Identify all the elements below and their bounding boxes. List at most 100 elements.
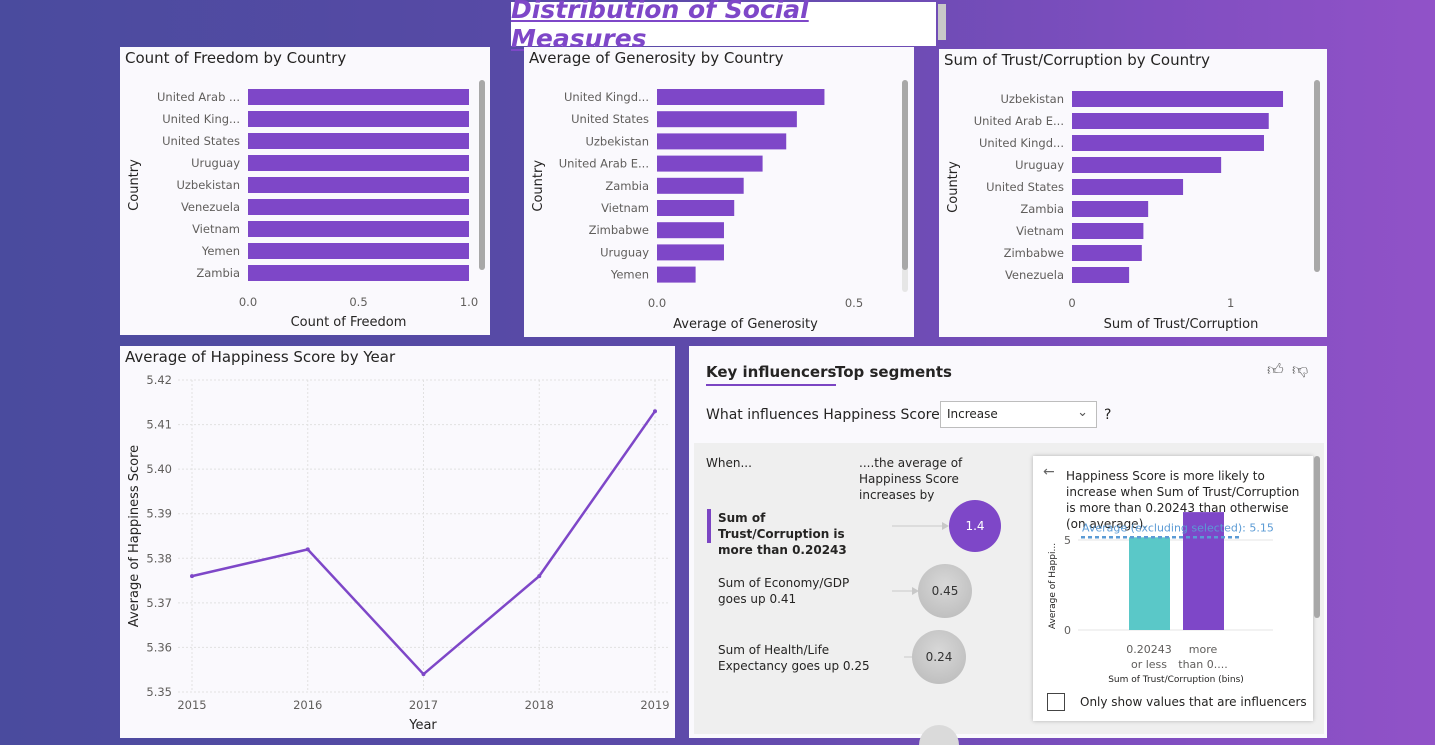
detail-column-chart[interactable]: 5 0 Average of Happi... 0.20243 or less more t… — [1033, 456, 1313, 686]
influencers-only-checkbox[interactable] — [1047, 693, 1065, 711]
bar[interactable] — [248, 199, 469, 215]
x-tick-label: 2016 — [293, 698, 322, 712]
selected-influencer-marker — [707, 509, 711, 543]
x-axis-label: Year — [408, 718, 437, 733]
bar[interactable] — [1072, 179, 1184, 195]
bar[interactable] — [657, 133, 787, 150]
freedom-scrollbar-thumb[interactable] — [479, 80, 485, 270]
bar[interactable] — [248, 111, 469, 127]
category-label: United King... — [162, 112, 240, 126]
bar[interactable] — [248, 243, 469, 259]
influencer-label-3[interactable]: Sum of Health/Life Expectancy goes up 0.… — [718, 642, 878, 674]
category-label: Zambia — [1020, 202, 1064, 216]
category-label: Vietnam — [601, 201, 649, 215]
bar[interactable] — [248, 89, 469, 105]
influencer-bubble-1[interactable]: 1.4 — [949, 500, 1001, 552]
category-label: Uzbekistan — [176, 178, 240, 192]
chevron-down-icon: ⌄ — [1077, 405, 1088, 420]
bar[interactable] — [1072, 135, 1264, 151]
data-point[interactable] — [421, 672, 426, 677]
x-tick-label: 0.0 — [239, 295, 257, 309]
y-axis-label: Average of Happiness Score — [127, 445, 142, 627]
influencer-label-1[interactable]: Sum of Trust/Corruption is more than 0.2… — [718, 510, 878, 558]
category-label: United Arab ... — [157, 90, 240, 104]
bin-label-line1: more — [1189, 643, 1218, 656]
detail-bar[interactable] — [1129, 537, 1170, 630]
influencer-label-2[interactable]: Sum of Economy/GDP goes up 0.41 — [718, 575, 878, 607]
happiness-chart-panel[interactable]: Average of Happiness Score by Year 5.35 5… — [120, 346, 675, 738]
data-point[interactable] — [537, 574, 542, 579]
bar[interactable] — [657, 200, 735, 216]
category-label: Venezuela — [181, 200, 240, 214]
category-label: Zambia — [196, 266, 240, 280]
direction-dropdown-value: Increase — [947, 407, 998, 421]
generosity-bar-chart[interactable]: United Kingd... United States Uzbekistan Un… — [524, 47, 914, 337]
y-tick-label: 0 — [1064, 624, 1071, 637]
influencers-scrollbar-thumb[interactable] — [1314, 456, 1320, 618]
generosity-chart-panel[interactable]: Average of Generosity by Country United … — [524, 47, 914, 337]
influencer-bubble-2[interactable]: 0.45 — [918, 564, 972, 618]
x-axis-label: Count of Freedom — [291, 315, 407, 330]
happiness-line-chart[interactable]: 5.35 5.36 5.37 5.38 5.39 5.40 5.41 5.42 2015 2016… — [120, 346, 675, 738]
key-influencers-panel[interactable]: Key influencers Top segments 👍︎ 👎︎ What … — [689, 346, 1327, 745]
bar[interactable] — [248, 177, 469, 193]
y-tick-label: 5.38 — [146, 551, 172, 565]
thumbs-down-icon[interactable]: 👎︎ — [1292, 360, 1308, 380]
tab-key-influencers[interactable]: Key influencers — [706, 363, 837, 386]
data-point[interactable] — [653, 409, 657, 414]
category-label: Venezuela — [1005, 268, 1064, 282]
influencer-bubble-3[interactable]: 0.24 — [912, 630, 966, 684]
x-tick-label: 1 — [1227, 296, 1234, 310]
freedom-bar-chart[interactable]: United Arab ... United King... United Stat… — [120, 47, 490, 335]
bar[interactable] — [657, 177, 744, 194]
bar[interactable] — [1072, 91, 1284, 107]
bar[interactable] — [1072, 223, 1144, 239]
category-label: United States — [986, 180, 1064, 194]
bar[interactable] — [248, 221, 469, 237]
bar[interactable] — [657, 111, 797, 128]
thumbs-up-icon[interactable]: 👍︎ — [1267, 360, 1284, 380]
x-axis-label: Average of Generosity — [673, 317, 818, 332]
x-axis-label: Sum of Trust/Corruption (bins) — [1108, 675, 1244, 685]
category-label: United Kingd... — [564, 90, 649, 104]
bar[interactable] — [1072, 113, 1269, 129]
bar[interactable] — [248, 155, 469, 171]
bar[interactable] — [1072, 157, 1222, 173]
x-tick-label: 0.0 — [648, 296, 666, 310]
generosity-scrollbar-thumb[interactable] — [902, 80, 908, 270]
bar[interactable] — [657, 244, 724, 261]
x-tick-label: 2019 — [640, 698, 669, 712]
y-axis-label: Country — [531, 160, 546, 212]
trust-bar-chart[interactable]: Uzbekistan United Arab E... United Kingd..… — [939, 49, 1327, 337]
bar[interactable] — [657, 222, 724, 239]
influencer-detail-card: ← Happiness Score is more likely to incr… — [1033, 456, 1313, 721]
freedom-chart-panel[interactable]: Count of Freedom by Country United Arab … — [120, 47, 490, 335]
category-label: Vietnam — [1016, 224, 1064, 238]
bar[interactable] — [657, 266, 696, 283]
trust-chart-panel[interactable]: Sum of Trust/Corruption by Country Uzbek… — [939, 49, 1327, 337]
bar[interactable] — [1072, 267, 1130, 283]
y-tick-label: 5.35 — [146, 685, 172, 699]
question-mark: ? — [1104, 407, 1112, 423]
bar[interactable] — [657, 89, 825, 105]
direction-dropdown[interactable]: Increase ⌄ — [940, 401, 1097, 428]
bar[interactable] — [248, 265, 469, 281]
title-resize-handle[interactable] — [938, 4, 946, 40]
x-tick-label: 2015 — [177, 698, 206, 712]
page-title-box: Distribution of Social Measures — [511, 0, 936, 53]
category-label: Uzbekistan — [1000, 92, 1064, 106]
bar[interactable] — [248, 133, 469, 149]
x-tick-label: 2018 — [525, 698, 554, 712]
data-point[interactable] — [190, 574, 194, 579]
category-label: Yemen — [201, 244, 240, 258]
bar[interactable] — [1072, 245, 1142, 261]
bar[interactable] — [657, 155, 763, 172]
bar[interactable] — [1072, 201, 1149, 217]
data-point[interactable] — [305, 547, 310, 552]
tab-top-segments[interactable]: Top segments — [835, 363, 952, 381]
trust-scrollbar-thumb[interactable] — [1314, 80, 1320, 272]
when-header: When... — [706, 456, 752, 470]
y-tick-label: 5.42 — [146, 373, 172, 387]
y-tick-label: 5.36 — [146, 640, 172, 654]
page-title: Distribution of Social Measures — [511, 0, 809, 53]
